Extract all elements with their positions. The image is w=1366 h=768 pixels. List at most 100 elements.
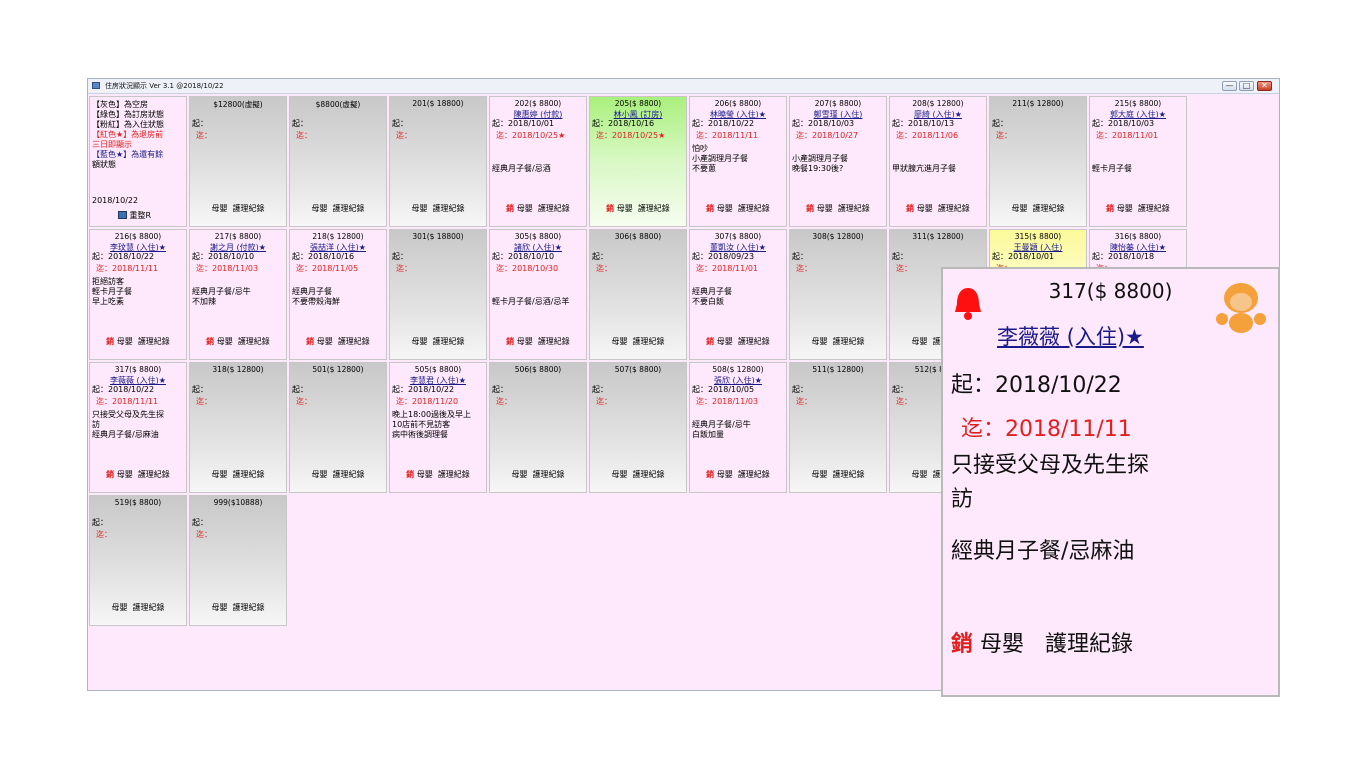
nursing-record-link[interactable]: 護理紀錄 bbox=[1033, 204, 1065, 213]
nursing-record-link[interactable]: 護理紀錄 bbox=[638, 204, 670, 213]
nursing-record-link[interactable]: 護理紀錄 bbox=[133, 603, 165, 612]
mother-baby-link[interactable]: 母嬰 bbox=[211, 204, 227, 213]
nursing-record-link[interactable]: 護理紀錄 bbox=[938, 204, 970, 213]
mother-baby-link[interactable]: 母嬰 bbox=[811, 470, 827, 479]
reset-button[interactable]: 重整R bbox=[118, 210, 151, 221]
start-date: 起：2018/10/22 bbox=[92, 385, 155, 394]
nursing-record-link[interactable]: 護理紀錄 bbox=[833, 337, 865, 346]
popup-mother-baby-link[interactable]: 母嬰 bbox=[980, 632, 1024, 657]
room-cell[interactable]: 215($ 8800) 郭大庭 (入住)★ 起：2018/10/03 迄：2018/1… bbox=[1089, 96, 1187, 227]
room-cell[interactable]: 217($ 8800) 謝之月 (付款)★ 起：2018/10/10 迄：2018/1… bbox=[189, 229, 287, 360]
room-cell[interactable]: $8800(虛擬) 起： 迄： 母嬰 護理紀錄 bbox=[289, 96, 387, 227]
main-window: 住房狀況顯示 Ver 3.1 @2018/10/22 — □ ✕ 【灰色】為空房… bbox=[87, 78, 1280, 697]
mother-baby-link[interactable]: 母嬰 bbox=[811, 337, 827, 346]
nursing-record-link[interactable]: 護理紀錄 bbox=[533, 470, 565, 479]
room-cell[interactable]: 301($ 18800) 起： 迄： 母嬰 護理紀錄 bbox=[389, 229, 487, 360]
mother-baby-link[interactable]: 母嬰 bbox=[217, 337, 233, 346]
end-date: 迄：2018/11/06 bbox=[896, 131, 959, 140]
close-button[interactable]: ✕ bbox=[1257, 81, 1272, 91]
room-cell[interactable]: 506($ 8800) 起： 迄： 母嬰 護理紀錄 bbox=[489, 362, 587, 493]
mother-baby-link[interactable]: 母嬰 bbox=[617, 204, 633, 213]
room-cell[interactable]: 208($ 12800) 廖綺 (入住)★ 起：2018/10/13 迄：2018/1… bbox=[889, 96, 987, 227]
mother-baby-link[interactable]: 母嬰 bbox=[817, 204, 833, 213]
end-date: 迄： bbox=[396, 264, 412, 273]
nursing-record-link[interactable]: 護理紀錄 bbox=[433, 337, 465, 346]
mother-baby-link[interactable]: 母嬰 bbox=[911, 337, 927, 346]
mother-baby-link[interactable]: 母嬰 bbox=[111, 603, 127, 612]
mother-baby-link[interactable]: 母嬰 bbox=[211, 603, 227, 612]
legend-blue-1: 【藍色★】為還有餘 bbox=[92, 150, 164, 159]
room-cell[interactable]: 205($ 8800) 林小鳳 (訂房) 起：2018/10/16 迄：2018/10… bbox=[589, 96, 687, 227]
mother-baby-link[interactable]: 母嬰 bbox=[917, 204, 933, 213]
popup-nursing-link[interactable]: 護理紀錄 bbox=[1045, 632, 1133, 657]
room-cell[interactable]: 307($ 8800) 董凱汝 (入住)★ 起：2018/09/23 迄：2018/1… bbox=[689, 229, 787, 360]
mother-baby-link[interactable]: 母嬰 bbox=[211, 470, 227, 479]
room-cell[interactable]: 508($ 12800) 張欣 (入住)★ 起：2018/10/05 迄：2018/1… bbox=[689, 362, 787, 493]
room-cell[interactable]: 317($ 8800) 李薇薇 (入住)★ 起：2018/10/22 迄：2018/1… bbox=[89, 362, 187, 493]
minimize-button[interactable]: — bbox=[1222, 81, 1237, 91]
room-cell[interactable]: 507($ 8800) 起： 迄： 母嬰 護理紀錄 bbox=[589, 362, 687, 493]
nursing-record-link[interactable]: 護理紀錄 bbox=[138, 337, 170, 346]
room-cell[interactable]: 308($ 12800) 起： 迄： 母嬰 護理紀錄 bbox=[789, 229, 887, 360]
mother-baby-link[interactable]: 母嬰 bbox=[411, 337, 427, 346]
mother-baby-link[interactable]: 母嬰 bbox=[117, 337, 133, 346]
nursing-record-link[interactable]: 護理紀錄 bbox=[633, 470, 665, 479]
nursing-record-link[interactable]: 護理紀錄 bbox=[233, 470, 265, 479]
room-cell[interactable]: 505($ 8800) 李慧君 (入住)★ 起：2018/10/22 迄：2018/1… bbox=[389, 362, 487, 493]
mother-baby-link[interactable]: 母嬰 bbox=[411, 204, 427, 213]
room-cell[interactable]: 216($ 8800) 李玟慧 (入住)★ 起：2018/10/22 迄：2018/1… bbox=[89, 229, 187, 360]
nursing-record-link[interactable]: 護理紀錄 bbox=[233, 204, 265, 213]
room-cell[interactable]: 511($ 12800) 起： 迄： 母嬰 護理紀錄 bbox=[789, 362, 887, 493]
room-cell[interactable]: 501($ 12800) 起： 迄： 母嬰 護理紀錄 bbox=[289, 362, 387, 493]
room-cell[interactable]: 305($ 8800) 諸欣 (入住)★ 起：2018/10/10 迄：2018/10… bbox=[489, 229, 587, 360]
room-cell[interactable]: 519($ 8800) 起： 迄： 母嬰 護理紀錄 bbox=[89, 495, 187, 626]
popup-guest-name[interactable]: 李薇薇 (入住)★ bbox=[997, 321, 1144, 351]
nursing-record-link[interactable]: 護理紀錄 bbox=[538, 204, 570, 213]
nursing-record-link[interactable]: 護理紀錄 bbox=[633, 337, 665, 346]
nursing-record-link[interactable]: 護理紀錄 bbox=[438, 470, 470, 479]
end-date: 迄： bbox=[796, 397, 812, 406]
nursing-record-link[interactable]: 護理紀錄 bbox=[833, 470, 865, 479]
mother-baby-link[interactable]: 母嬰 bbox=[717, 470, 733, 479]
mother-baby-link[interactable]: 母嬰 bbox=[517, 337, 533, 346]
mother-baby-link[interactable]: 母嬰 bbox=[317, 337, 333, 346]
nursing-record-link[interactable]: 護理紀錄 bbox=[238, 337, 270, 346]
nursing-record-link[interactable]: 護理紀錄 bbox=[738, 204, 770, 213]
nursing-record-link[interactable]: 護理紀錄 bbox=[1138, 204, 1170, 213]
nursing-record-link[interactable]: 護理紀錄 bbox=[538, 337, 570, 346]
mother-baby-link[interactable]: 母嬰 bbox=[517, 204, 533, 213]
nursing-record-link[interactable]: 護理紀錄 bbox=[138, 470, 170, 479]
nursing-record-link[interactable]: 護理紀錄 bbox=[838, 204, 870, 213]
nursing-record-link[interactable]: 護理紀錄 bbox=[738, 337, 770, 346]
room-cell[interactable]: $12800(虛擬) 起： 迄： 母嬰 護理紀錄 bbox=[189, 96, 287, 227]
nursing-record-link[interactable]: 護理紀錄 bbox=[738, 470, 770, 479]
room-cell[interactable]: 318($ 12800) 起： 迄： 母嬰 護理紀錄 bbox=[189, 362, 287, 493]
room-cell[interactable]: 206($ 8800) 林曉瑩 (入住)★ 起：2018/10/22 迄：2018/1… bbox=[689, 96, 787, 227]
room-cell[interactable]: 202($ 8800) 陳惠婷 (付款) 起：2018/10/01 迄：2018/10… bbox=[489, 96, 587, 227]
mother-baby-link[interactable]: 母嬰 bbox=[311, 204, 327, 213]
maximize-button[interactable]: □ bbox=[1239, 81, 1254, 91]
room-cell[interactable]: 207($ 8800) 鄭雪瑾 (入住) 起：2018/10/03 迄：2018/10… bbox=[789, 96, 887, 227]
mother-baby-link[interactable]: 母嬰 bbox=[911, 470, 927, 479]
mother-baby-link[interactable]: 母嬰 bbox=[1117, 204, 1133, 213]
nursing-record-link[interactable]: 護理紀錄 bbox=[333, 204, 365, 213]
nursing-record-link[interactable]: 護理紀錄 bbox=[433, 204, 465, 213]
nursing-record-link[interactable]: 護理紀錄 bbox=[333, 470, 365, 479]
nursing-record-link[interactable]: 護理紀錄 bbox=[233, 603, 265, 612]
room-cell[interactable]: 218($ 12800) 張喆洋 (入住)★ 起：2018/10/16 迄：2018/… bbox=[289, 229, 387, 360]
nursing-record-link[interactable]: 護理紀錄 bbox=[338, 337, 370, 346]
room-cell[interactable]: 211($ 12800) 起： 迄： 母嬰 護理紀錄 bbox=[989, 96, 1087, 227]
mother-baby-link[interactable]: 母嬰 bbox=[117, 470, 133, 479]
mother-baby-link[interactable]: 母嬰 bbox=[511, 470, 527, 479]
mother-baby-link[interactable]: 母嬰 bbox=[717, 337, 733, 346]
mother-baby-link[interactable]: 母嬰 bbox=[611, 337, 627, 346]
mother-baby-link[interactable]: 母嬰 bbox=[717, 204, 733, 213]
mother-baby-link[interactable]: 母嬰 bbox=[1011, 204, 1027, 213]
mother-baby-link[interactable]: 母嬰 bbox=[417, 470, 433, 479]
room-cell[interactable]: 999($10888) 起： 迄： 母嬰 護理紀錄 bbox=[189, 495, 287, 626]
room-cell[interactable]: 306($ 8800) 起： 迄： 母嬰 護理紀錄 bbox=[589, 229, 687, 360]
end-date: 迄： bbox=[296, 131, 312, 140]
room-cell[interactable]: 201($ 18800) 起： 迄： 母嬰 護理紀錄 bbox=[389, 96, 487, 227]
mother-baby-link[interactable]: 母嬰 bbox=[611, 470, 627, 479]
mother-baby-link[interactable]: 母嬰 bbox=[311, 470, 327, 479]
